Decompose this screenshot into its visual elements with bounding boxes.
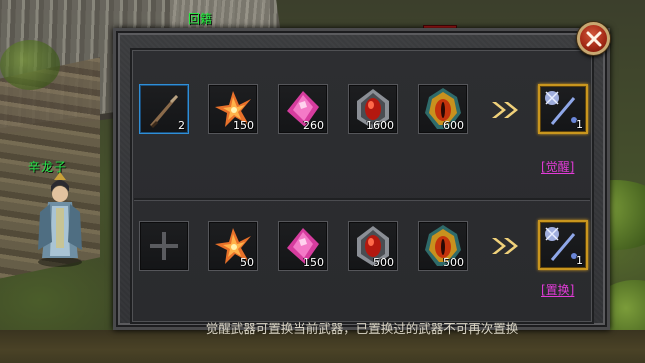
- replace-button[interactable]: [置换]: [541, 281, 574, 298]
- weapon-slot-dagger[interactable]: 2: [139, 84, 189, 134]
- material-slot-red-jewel-gold[interactable]: 500: [418, 221, 468, 271]
- material-slot-pink-gem[interactable]: 260: [278, 84, 328, 134]
- close-button[interactable]: [577, 22, 610, 55]
- result-slot-staff[interactable]: 1: [538, 220, 588, 270]
- item-count: 1: [576, 254, 583, 267]
- material-slot-orange-crystal[interactable]: 150: [208, 84, 258, 134]
- material-slot-orange-crystal[interactable]: 50: [208, 221, 258, 271]
- item-count: 1: [576, 118, 583, 131]
- material-slot-red-jewel-silver[interactable]: 1600: [348, 84, 398, 134]
- item-count: 600: [443, 119, 464, 132]
- npc-character[interactable]: [30, 172, 90, 267]
- item-count: 150: [303, 256, 324, 269]
- close-icon: [586, 31, 601, 46]
- row-divider: [134, 198, 590, 200]
- item-count: 500: [373, 256, 394, 269]
- item-count: 500: [443, 256, 464, 269]
- plus-icon: [150, 232, 178, 260]
- item-count: 50: [240, 256, 254, 269]
- item-count: 2: [178, 119, 185, 132]
- material-slot-pink-gem[interactable]: 150: [278, 221, 328, 271]
- weapon-awaken-panel: 2 150 260 1600 600 1 [觉醒] 50 150 500 500…: [113, 28, 610, 336]
- awaken-button[interactable]: [觉醒]: [541, 158, 574, 175]
- result-slot-staff[interactable]: 1: [538, 84, 588, 134]
- item-count: 1600: [366, 119, 394, 132]
- map-label[interactable]: 回籍: [188, 10, 212, 27]
- material-slot-red-jewel-gold[interactable]: 600: [418, 84, 468, 134]
- chevron-right-icon: [488, 100, 528, 120]
- chevron-right-icon: [488, 236, 528, 256]
- notice-text: 觉醒武器可置换当前武器，已置换过的武器不可再次置换: [205, 321, 519, 336]
- weapon-slot-empty[interactable]: [139, 221, 189, 271]
- item-count: 150: [233, 119, 254, 132]
- panel-content: 2 150 260 1600 600 1 [觉醒] 50 150 500 500…: [130, 48, 594, 336]
- item-count: 260: [303, 119, 324, 132]
- tree-foliage: [0, 40, 60, 90]
- material-slot-red-jewel-silver[interactable]: 500: [348, 221, 398, 271]
